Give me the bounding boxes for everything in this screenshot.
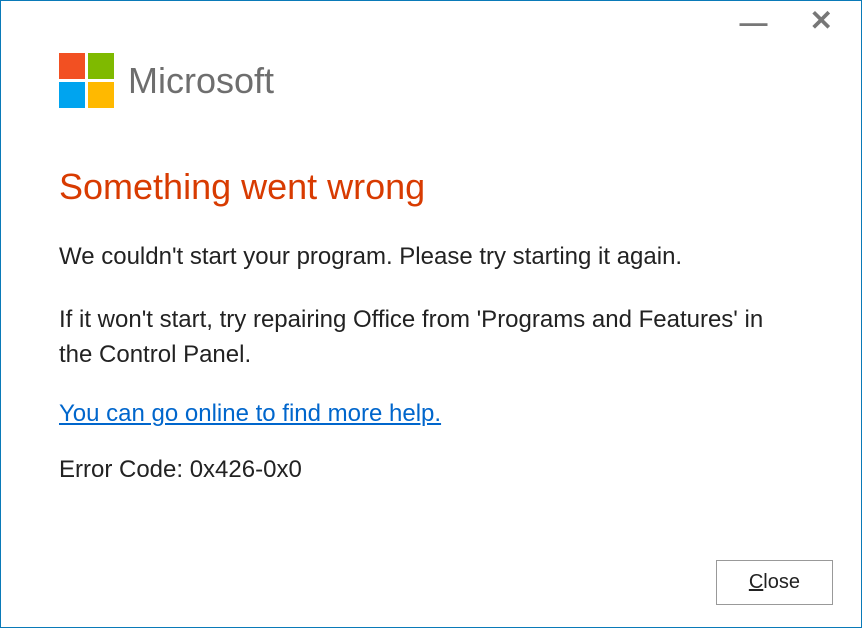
dialog-content: Microsoft Something went wrong We couldn…: [1, 1, 861, 514]
brand-row: Microsoft: [59, 53, 803, 108]
error-heading: Something went wrong: [59, 166, 803, 208]
close-button[interactable]: Close: [716, 560, 833, 605]
minimize-button[interactable]: —: [740, 13, 768, 33]
error-message-1: We couldn't start your program. Please t…: [59, 240, 803, 275]
microsoft-logo-icon: [59, 53, 114, 108]
dialog-footer: Close: [716, 560, 833, 605]
error-code: Error Code: 0x426-0x0: [59, 456, 803, 484]
online-help-link[interactable]: You can go online to find more help.: [59, 400, 441, 428]
close-window-button[interactable]: ✕: [810, 11, 833, 31]
error-message-2: If it won't start, try repairing Office …: [59, 303, 803, 373]
titlebar: — ✕: [740, 1, 861, 31]
brand-name: Microsoft: [128, 60, 274, 102]
